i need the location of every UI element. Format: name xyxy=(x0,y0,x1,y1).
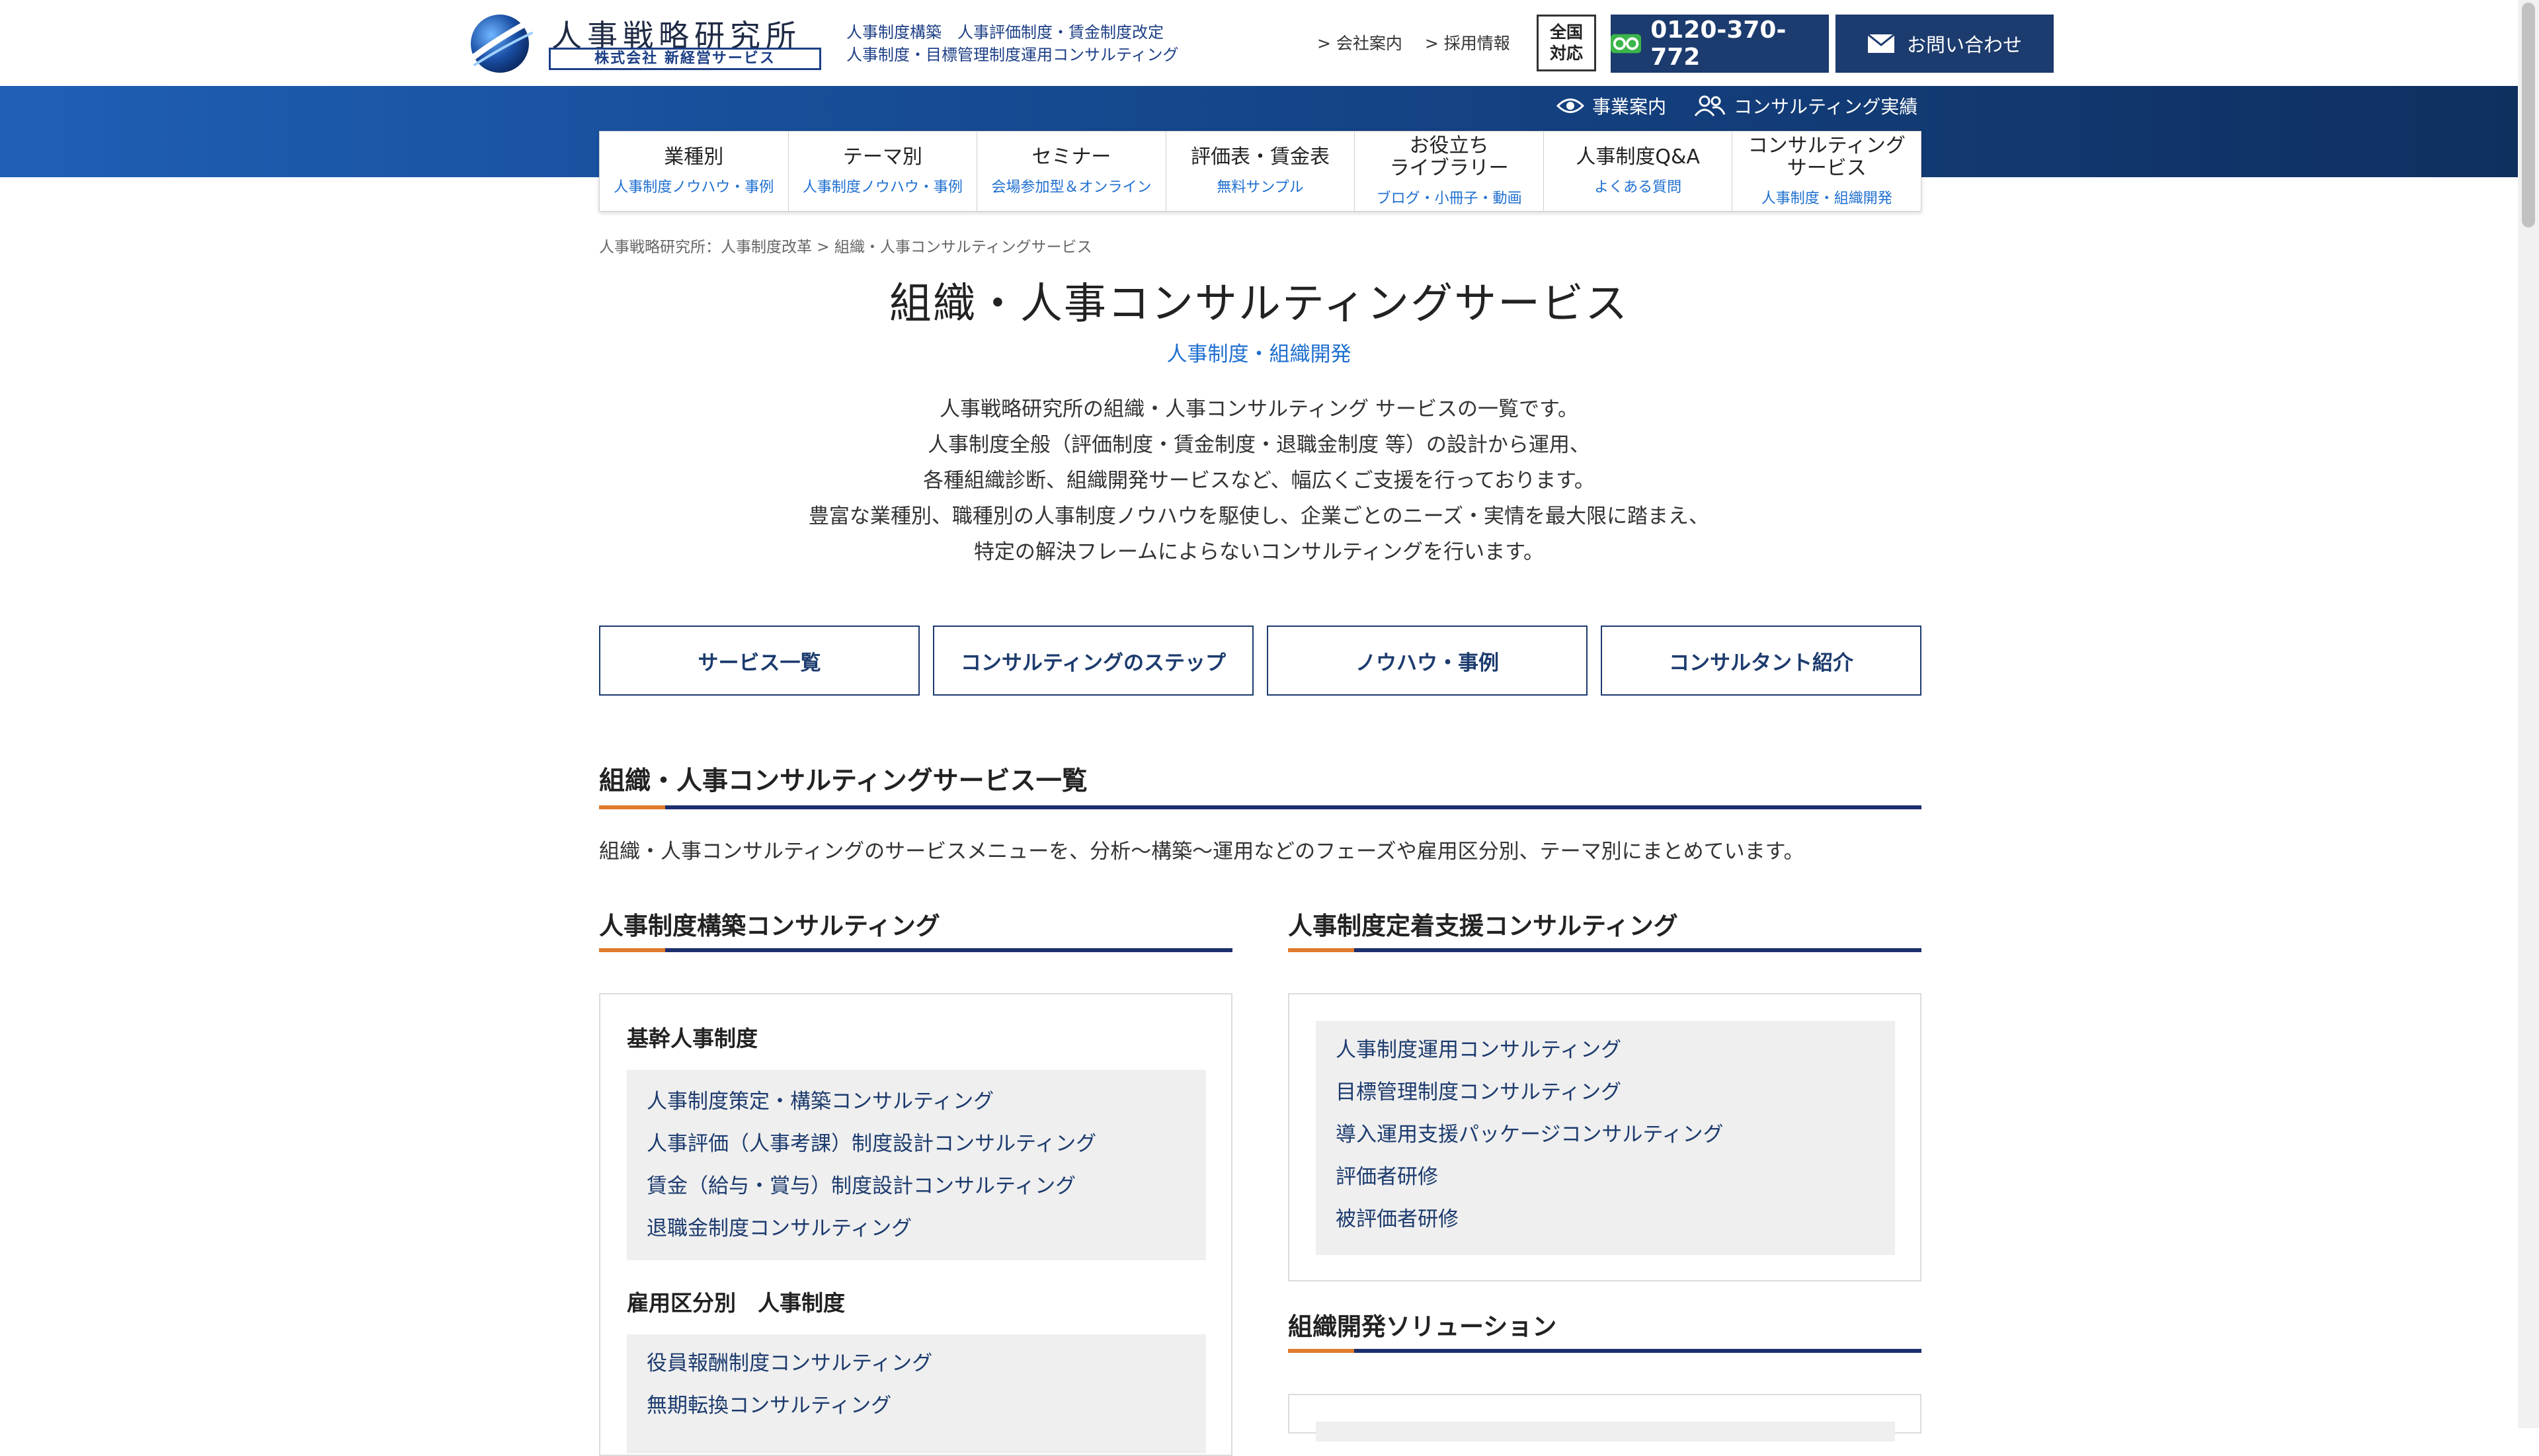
main-nav: 業種別 人事制度ノウハウ・事例 テーマ別 人事制度ノウハウ・事例 セミナー 会場… xyxy=(599,131,1921,212)
tagline-line-2: 人事制度・目標管理制度運用コンサルティング xyxy=(846,46,1179,64)
nav-title: コンサルティング サービス xyxy=(1748,134,1906,180)
free-dial-icon xyxy=(1611,34,1642,54)
users-icon xyxy=(1694,95,1726,116)
right-service-box: 人事制度運用コンサルティング 目標管理制度コンサルティング 導入運用支援パッケー… xyxy=(1288,993,1921,1281)
service-link[interactable]: 人事評価（人事考課）制度設計コンサルティング xyxy=(627,1123,1206,1165)
globe-logo-icon xyxy=(469,15,536,73)
record-link[interactable]: コンサルティング実績 xyxy=(1694,93,1917,119)
group-list: 役員報酬制度コンサルティング 無期転換コンサルティング xyxy=(627,1334,1206,1453)
section-tabs: サービス一覧 コンサルティングのステップ ノウハウ・事例 コンサルタント紹介 xyxy=(599,626,1921,696)
org-dev-heading: 組織開発ソリューション xyxy=(1288,1313,1557,1341)
service-link[interactable]: 賃金（給与・賞与）制度設計コンサルティング xyxy=(627,1165,1206,1207)
section-heading: 組織・人事コンサルティングサービス一覧 xyxy=(599,766,1088,796)
nav-subtitle: 人事制度ノウハウ・事例 xyxy=(802,179,963,196)
nav-subtitle: 人事制度・組織開発 xyxy=(1761,190,1892,207)
header-links: > 会社案内 > 採用情報 xyxy=(1317,30,1527,54)
org-dev-box xyxy=(1288,1394,1921,1441)
nav-subtitle: 無料サンプル xyxy=(1217,179,1304,196)
recruit-link[interactable]: > 採用情報 xyxy=(1425,34,1510,53)
nav-industry[interactable]: 業種別 人事制度ノウハウ・事例 xyxy=(600,132,789,211)
logo-company: 株式会社 新経営サービス xyxy=(549,48,821,70)
service-link[interactable]: 被評価者研修 xyxy=(1316,1198,1895,1240)
company-info-link[interactable]: > 会社案内 xyxy=(1317,34,1402,53)
nav-consulting[interactable]: コンサルティング サービス 人事制度・組織開発 xyxy=(1732,132,1921,211)
nav-title: テーマ別 xyxy=(842,145,922,169)
tab-consulting-steps[interactable]: コンサルティングのステップ xyxy=(933,626,1254,696)
breadcrumb[interactable]: 人事戦略研究所：人事制度改革 > 組織・人事コンサルティングサービス xyxy=(599,234,1092,257)
service-link[interactable]: 導入運用支援パッケージコンサルティング xyxy=(1316,1113,1895,1156)
intro-line: 豊富な業種別、職種別の人事制度ノウハウを駆使し、企業ごとのニーズ・実情を最大限に… xyxy=(808,505,1710,528)
tab-knowhow[interactable]: ノウハウ・事例 xyxy=(1267,626,1588,696)
section-description: 組織・人事コンサルティングのサービスメニューを、分析〜構築〜運用などのフェーズや… xyxy=(599,840,1804,864)
nav-seminar[interactable]: セミナー 会場参加型＆オンライン xyxy=(977,132,1166,211)
intro-line: 各種組織診断、組織開発サービスなど、幅広くご支援を行っております。 xyxy=(923,469,1595,493)
band-links: 事業案内 コンサルティング実績 xyxy=(1556,93,1917,119)
tab-service-list[interactable]: サービス一覧 xyxy=(599,626,920,696)
group-heading: 雇用区分別 人事制度 xyxy=(627,1290,845,1316)
tab-consultants[interactable]: コンサルタント紹介 xyxy=(1601,626,1921,696)
right-column-rule xyxy=(1288,948,1921,952)
scrollbar-thumb[interactable] xyxy=(2522,3,2535,227)
nav-sheets[interactable]: 評価表・賃金表 無料サンプル xyxy=(1166,132,1355,211)
nav-qa[interactable]: 人事制度Q&A よくある質問 xyxy=(1544,132,1733,211)
service-link[interactable]: 役員報酬制度コンサルティング xyxy=(627,1342,1206,1385)
nav-subtitle: よくある質問 xyxy=(1594,179,1682,196)
org-dev-rule xyxy=(1288,1349,1921,1353)
nationwide-badge: 全国 対応 xyxy=(1537,15,1596,71)
tagline-line-1: 人事制度構築 人事評価制度・賃金制度改定 xyxy=(846,23,1164,42)
phone-button[interactable]: 0120-370-772 xyxy=(1611,15,1829,73)
service-link[interactable]: 目標管理制度コンサルティング xyxy=(1316,1071,1895,1113)
left-column-rule xyxy=(599,948,1232,952)
nav-title: 評価表・賃金表 xyxy=(1191,145,1330,169)
header-tagline: 人事制度構築 人事評価制度・賃金制度改定 人事制度・目標管理制度運用コンサルティ… xyxy=(846,21,1179,66)
intro-text: 人事戦略研究所の組織・人事コンサルティング サービスの一覧です。 人事制度全般（… xyxy=(0,391,2518,570)
site-logo[interactable]: 人事戦略研究所 株式会社 新経営サービス xyxy=(467,9,824,75)
section-rule xyxy=(599,805,1921,809)
nav-subtitle: 会場参加型＆オンライン xyxy=(991,179,1152,196)
service-link[interactable]: 人事制度運用コンサルティング xyxy=(1316,1029,1895,1071)
nav-subtitle: 人事制度ノウハウ・事例 xyxy=(614,179,774,196)
intro-line: 人事戦略研究所の組織・人事コンサルティング サービスの一覧です。 xyxy=(940,397,1578,421)
group-list: 人事制度策定・構築コンサルティング 人事評価（人事考課）制度設計コンサルティング… xyxy=(627,1070,1206,1260)
nav-theme[interactable]: テーマ別 人事制度ノウハウ・事例 xyxy=(789,132,978,211)
service-link[interactable]: 退職金制度コンサルティング xyxy=(627,1207,1206,1250)
support-list: 人事制度運用コンサルティング 目標管理制度コンサルティング 導入運用支援パッケー… xyxy=(1316,1021,1895,1255)
nav-title: セミナー xyxy=(1031,145,1111,169)
record-link-label: コンサルティング実績 xyxy=(1734,96,1918,118)
nav-title: 人事制度Q&A xyxy=(1576,145,1700,169)
right-column-heading: 人事制度定着支援コンサルティング xyxy=(1288,912,1678,940)
nav-title: 業種別 xyxy=(664,145,724,169)
nav-title: お役立ち ライブラリー xyxy=(1389,134,1509,180)
page-scrollbar[interactable] xyxy=(2518,0,2539,1428)
left-column-heading: 人事制度構築コンサルティング xyxy=(599,912,940,940)
intro-line: 人事制度全般（評価制度・賃金制度・退職金制度 等）の設計から運用、 xyxy=(928,433,1590,457)
mail-icon xyxy=(1867,34,1895,53)
org-dev-list xyxy=(1316,1422,1895,1441)
nationwide-text: 全国 対応 xyxy=(1549,22,1583,63)
business-link-label: 事業案内 xyxy=(1592,96,1667,118)
eye-icon xyxy=(1556,99,1584,113)
site-header: 人事戦略研究所 株式会社 新経営サービス 人事制度構築 人事評価制度・賃金制度改… xyxy=(0,0,2518,86)
business-link[interactable]: 事業案内 xyxy=(1556,93,1666,119)
nav-subtitle: ブログ・小冊子・動画 xyxy=(1376,190,1522,207)
page-title: 組織・人事コンサルティングサービス xyxy=(889,280,1629,329)
nav-library[interactable]: お役立ち ライブラリー ブログ・小冊子・動画 xyxy=(1355,132,1544,211)
page-subtitle: 人事制度・組織開発 xyxy=(1166,343,1351,366)
left-service-box: 基幹人事制度 人事制度策定・構築コンサルティング 人事評価（人事考課）制度設計コ… xyxy=(599,993,1232,1456)
service-link[interactable]: 評価者研修 xyxy=(1316,1156,1895,1198)
contact-label: お問い合わせ xyxy=(1906,34,2022,56)
contact-button[interactable]: お問い合わせ xyxy=(1835,15,2054,73)
intro-line: 特定の解決フレームによらないコンサルティングを行います。 xyxy=(973,540,1545,564)
service-link[interactable]: 無期転換コンサルティング xyxy=(627,1385,1206,1427)
phone-number: 0120-370-772 xyxy=(1650,17,1787,71)
group-heading: 基幹人事制度 xyxy=(627,1026,758,1051)
service-link[interactable]: 人事制度策定・構築コンサルティング xyxy=(627,1080,1206,1123)
